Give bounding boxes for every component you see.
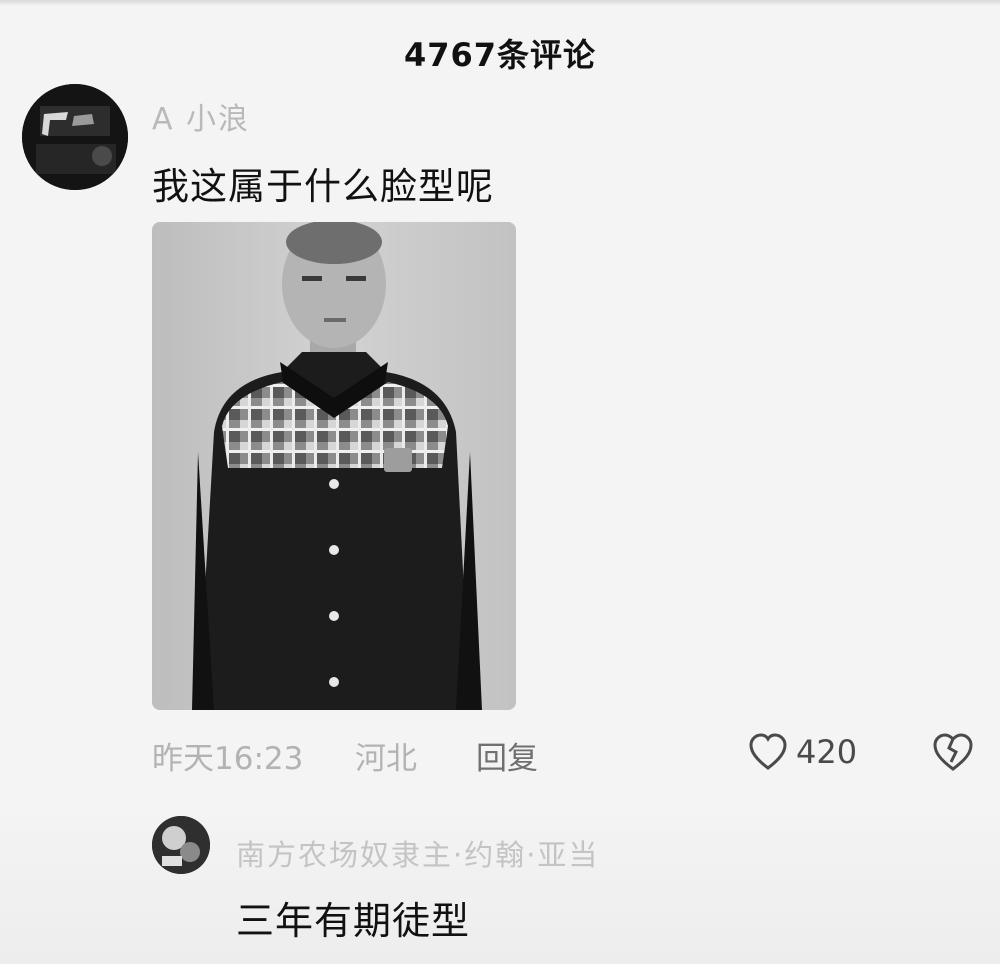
dislike-button[interactable] <box>932 732 974 774</box>
reply-avatar[interactable] <box>152 816 210 874</box>
broken-heart-icon <box>933 733 973 771</box>
like-count: 420 <box>796 733 858 771</box>
like-button[interactable]: 420 <box>748 730 857 774</box>
avatar[interactable] <box>22 84 128 190</box>
person-photo-image <box>152 222 516 710</box>
reply-section-background <box>0 800 1000 964</box>
reply-username[interactable]: 南方农场奴隶主·约翰·亚当 <box>236 832 599 874</box>
comment-count-title: 4767条评论 <box>403 36 597 74</box>
comment-text: 我这属于什么脸型呢 <box>152 165 494 208</box>
reply-text: 三年有期徒型 <box>236 899 471 943</box>
comment-location: 河北 <box>355 741 417 777</box>
heart-icon <box>749 733 787 770</box>
reply-avatar-image <box>152 816 210 874</box>
status-bar <box>0 0 1000 6</box>
comment-username[interactable]: A 小浪 <box>152 94 250 138</box>
reply-button[interactable]: 回复 <box>476 733 538 778</box>
comment-photo[interactable] <box>152 222 516 710</box>
avatar-image <box>22 84 128 190</box>
comment-timestamp: 昨天16:23 <box>152 741 304 777</box>
